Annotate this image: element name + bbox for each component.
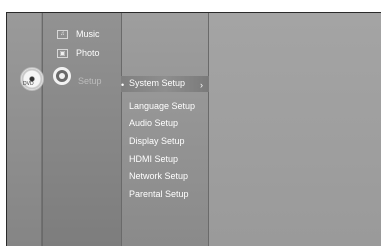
- menu-label-setup[interactable]: Setup: [78, 76, 102, 86]
- setup-menu-screen: ♫ Music ▣ Photo DVD Setup • System Setup…: [0, 0, 381, 246]
- gear-icon[interactable]: [53, 67, 71, 85]
- submenu-item-network-setup[interactable]: Network Setup: [129, 171, 188, 181]
- submenu-column: [121, 13, 208, 246]
- column-divider: [208, 13, 209, 246]
- submenu-arrow-icon: ›: [200, 80, 203, 90]
- frame-top: [0, 0, 381, 12]
- submenu-item-system-setup[interactable]: System Setup: [129, 78, 185, 88]
- menu-item-photo[interactable]: ▣ Photo: [57, 48, 100, 58]
- submenu-item-display-setup[interactable]: Display Setup: [129, 136, 185, 146]
- icon-column: [7, 13, 41, 246]
- column-divider: [42, 13, 43, 246]
- photo-icon: ▣: [57, 48, 68, 58]
- content-area: [208, 13, 381, 246]
- disc-label: DVD: [23, 81, 34, 87]
- column-divider: [121, 13, 122, 246]
- menu-label-photo: Photo: [76, 48, 100, 58]
- submenu-item-language-setup[interactable]: Language Setup: [129, 101, 195, 111]
- menu-item-music[interactable]: ♫ Music: [57, 29, 100, 39]
- music-icon: ♫: [57, 29, 68, 39]
- submenu-item-parental-setup[interactable]: Parental Setup: [129, 189, 189, 199]
- selection-bullet: •: [121, 80, 125, 90]
- dvd-disc-icon: [20, 67, 44, 91]
- submenu-item-hdmi-setup[interactable]: HDMI Setup: [129, 154, 178, 164]
- submenu-item-audio-setup[interactable]: Audio Setup: [129, 118, 178, 128]
- menu-label-music: Music: [76, 29, 100, 39]
